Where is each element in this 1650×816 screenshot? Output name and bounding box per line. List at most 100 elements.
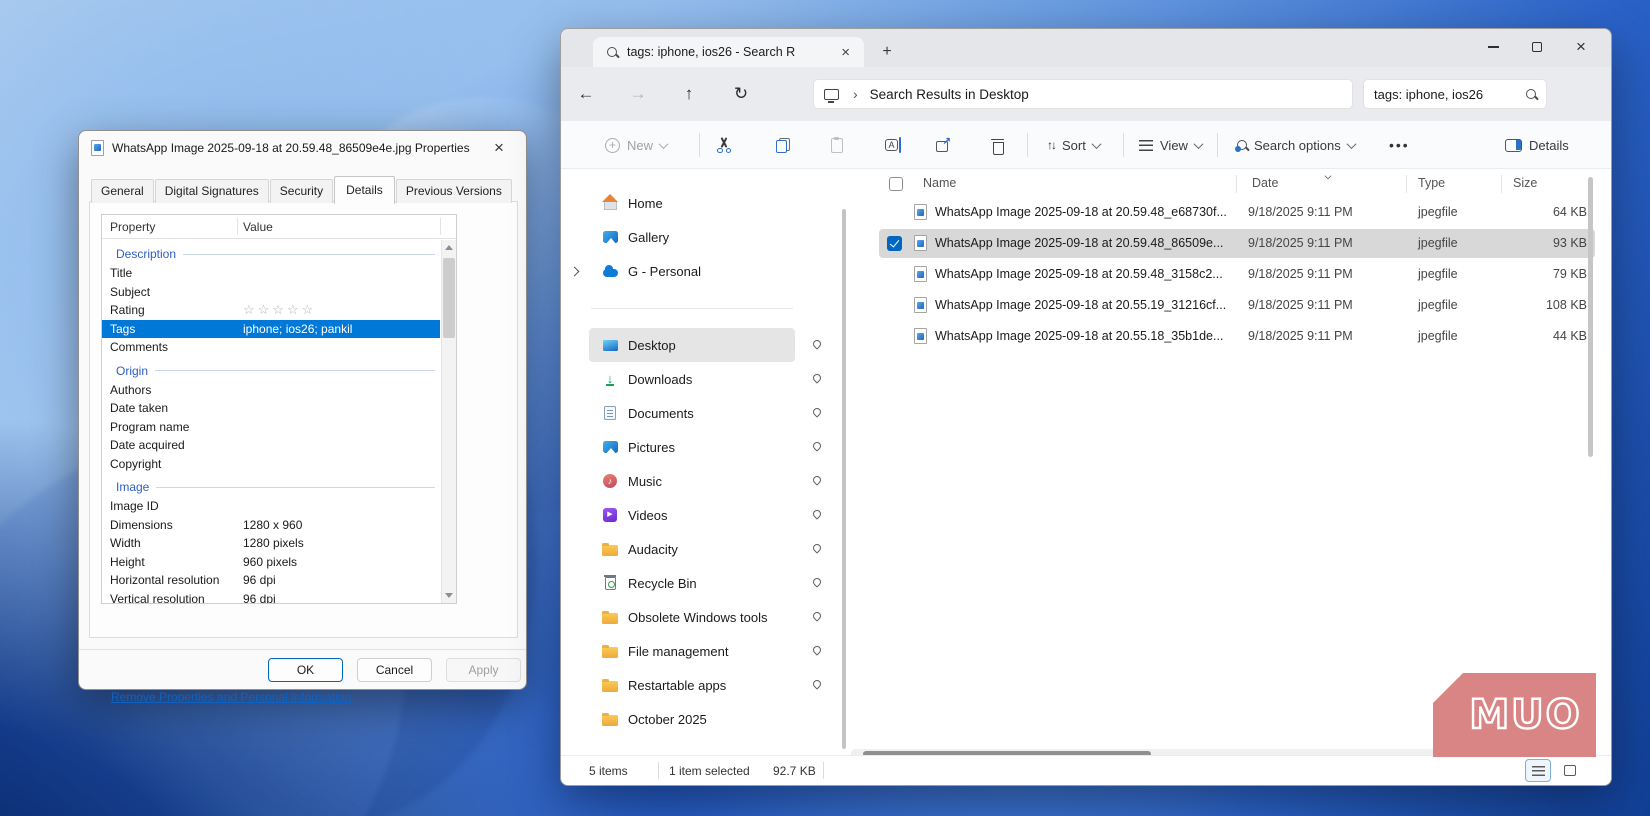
rating-stars[interactable]: ☆☆☆☆☆ bbox=[237, 302, 316, 318]
column-header-size[interactable]: Size bbox=[1513, 176, 1537, 190]
up-button[interactable]: ↑ bbox=[675, 80, 703, 108]
column-property: Property bbox=[102, 220, 237, 234]
sidebar-item-videos[interactable]: ▶ Videos bbox=[589, 498, 795, 532]
property-row-rating[interactable]: Rating ☆☆☆☆☆ bbox=[102, 301, 440, 320]
new-button[interactable]: + New bbox=[605, 121, 667, 169]
sidebar-item-onedrive[interactable]: G - Personal bbox=[589, 254, 795, 288]
search-input[interactable] bbox=[1374, 80, 1516, 108]
thumbnail-view-toggle[interactable] bbox=[1557, 759, 1583, 782]
tab-previous-versions[interactable]: Previous Versions bbox=[396, 179, 512, 203]
tab-digital-signatures[interactable]: Digital Signatures bbox=[155, 179, 269, 203]
sidebar-item-downloads[interactable]: ↓ Downloads bbox=[589, 362, 795, 396]
property-row-date-acquired[interactable]: Date acquired bbox=[102, 436, 440, 455]
scroll-down-arrow-icon[interactable] bbox=[445, 593, 453, 598]
search-icon[interactable] bbox=[1526, 89, 1536, 99]
refresh-button[interactable]: ↻ bbox=[727, 80, 755, 108]
property-list-scrollbar[interactable] bbox=[441, 240, 456, 603]
more-options-button[interactable]: ••• bbox=[1389, 121, 1410, 169]
sidebar-scrollbar[interactable] bbox=[842, 209, 846, 749]
tab-general[interactable]: General bbox=[91, 179, 154, 203]
expand-chevron-icon[interactable] bbox=[570, 266, 580, 276]
property-row-height[interactable]: Height960 pixels bbox=[102, 553, 440, 572]
cancel-button[interactable]: Cancel bbox=[357, 658, 432, 682]
file-list-scrollbar[interactable] bbox=[1588, 177, 1593, 747]
property-row-subject[interactable]: Subject bbox=[102, 283, 440, 302]
property-list-header: Property Value bbox=[102, 215, 456, 239]
maximize-button[interactable] bbox=[1515, 29, 1559, 65]
property-row-comments[interactable]: Comments bbox=[102, 338, 440, 357]
details-pane-button[interactable]: Details bbox=[1505, 121, 1569, 169]
ok-button[interactable]: OK bbox=[268, 658, 343, 682]
column-header-type[interactable]: Type bbox=[1418, 176, 1445, 190]
sidebar-item-restartable-apps[interactable]: Restartable apps bbox=[589, 668, 795, 702]
copy-button[interactable] bbox=[776, 121, 790, 169]
property-row-image-id[interactable]: Image ID bbox=[102, 497, 440, 516]
property-row-width[interactable]: Width1280 pixels bbox=[102, 534, 440, 553]
sidebar-item-october-2025[interactable]: October 2025 bbox=[589, 702, 795, 736]
file-row[interactable]: WhatsApp Image 2025-09-18 at 20.59.48_31… bbox=[851, 259, 1597, 290]
scroll-up-arrow-icon[interactable] bbox=[445, 245, 453, 250]
tags-value[interactable]: iphone; ios26; pankil bbox=[237, 322, 352, 336]
tab-close-icon[interactable]: × bbox=[835, 44, 856, 61]
sidebar-item-recycle-bin[interactable]: Recycle Bin bbox=[589, 566, 795, 600]
property-row-copyright[interactable]: Copyright bbox=[102, 455, 440, 474]
group-image: Image bbox=[102, 477, 440, 497]
tab-details[interactable]: Details bbox=[334, 176, 395, 204]
file-row[interactable]: WhatsApp Image 2025-09-18 at 20.59.48_e6… bbox=[851, 197, 1597, 228]
sidebar-item-file-management[interactable]: File management bbox=[589, 634, 795, 668]
delete-button[interactable] bbox=[991, 121, 1004, 169]
property-row-tags[interactable]: Tagsiphone; ios26; pankil bbox=[102, 320, 440, 339]
apply-button[interactable]: Apply bbox=[446, 658, 521, 682]
property-row-dimensions[interactable]: Dimensions1280 x 960 bbox=[102, 516, 440, 535]
minimize-button[interactable] bbox=[1471, 29, 1515, 65]
sort-button[interactable]: ↑↓ Sort bbox=[1047, 121, 1100, 169]
sidebar-item-music[interactable]: ♪ Music bbox=[589, 464, 795, 498]
scrollbar-thumb[interactable] bbox=[1588, 177, 1593, 457]
file-row[interactable]: WhatsApp Image 2025-09-18 at 20.55.18_35… bbox=[851, 321, 1597, 352]
tab-security[interactable]: Security bbox=[270, 179, 333, 203]
view-button[interactable]: View bbox=[1139, 121, 1202, 169]
property-row-date-taken[interactable]: Date taken bbox=[102, 399, 440, 418]
checked-checkbox[interactable] bbox=[887, 236, 902, 251]
remove-properties-link[interactable]: Remove Properties and Personal Informati… bbox=[111, 690, 351, 704]
close-icon[interactable]: × bbox=[484, 138, 514, 158]
address-bar[interactable]: › Search Results in Desktop bbox=[813, 79, 1353, 109]
property-row-program-name[interactable]: Program name bbox=[102, 418, 440, 437]
column-header-date[interactable]: Date bbox=[1252, 176, 1278, 190]
forward-button[interactable]: → bbox=[624, 80, 652, 108]
sidebar-item-documents[interactable]: Documents bbox=[589, 396, 795, 430]
file-row-selected[interactable]: WhatsApp Image 2025-09-18 at 20.59.48_86… bbox=[851, 228, 1597, 259]
file-row[interactable]: WhatsApp Image 2025-09-18 at 20.55.19_31… bbox=[851, 290, 1597, 321]
paste-button[interactable] bbox=[831, 121, 843, 169]
new-tab-button[interactable]: + bbox=[875, 41, 899, 65]
breadcrumb[interactable]: Search Results in Desktop bbox=[870, 87, 1029, 102]
toolbar-divider bbox=[699, 133, 700, 157]
sidebar-item-home[interactable]: Home bbox=[589, 186, 795, 220]
search-options-button[interactable]: Search options bbox=[1237, 121, 1355, 169]
close-window-button[interactable]: × bbox=[1559, 29, 1603, 65]
property-row-horizontal-resolution[interactable]: Horizontal resolution96 dpi bbox=[102, 571, 440, 590]
property-row-title[interactable]: Title bbox=[102, 264, 440, 283]
column-header-name[interactable]: Name bbox=[923, 176, 956, 190]
rename-button[interactable]: A bbox=[885, 121, 901, 169]
navigation-pane: Home Gallery G - Personal Desktop ↓ Down… bbox=[589, 186, 795, 736]
sidebar-item-pictures[interactable]: Pictures bbox=[589, 430, 795, 464]
selection-size: 92.7 KB bbox=[773, 764, 816, 778]
gallery-icon bbox=[603, 231, 618, 243]
property-row-vertical-resolution[interactable]: Vertical resolution96 dpi bbox=[102, 590, 440, 605]
sidebar-item-audacity[interactable]: Audacity bbox=[589, 532, 795, 566]
explorer-tab[interactable]: tags: iphone, ios26 - Search R × bbox=[593, 37, 864, 67]
property-row-authors[interactable]: Authors bbox=[102, 381, 440, 400]
sidebar-item-gallery[interactable]: Gallery bbox=[589, 220, 795, 254]
back-button[interactable]: ← bbox=[572, 80, 600, 108]
jpeg-file-icon bbox=[914, 235, 927, 251]
list-view-toggle[interactable] bbox=[1525, 759, 1551, 782]
sidebar-item-desktop[interactable]: Desktop bbox=[589, 328, 795, 362]
cut-button[interactable] bbox=[716, 121, 732, 169]
select-all-checkbox[interactable] bbox=[889, 177, 903, 191]
sidebar-item-obsolete-windows-tools[interactable]: Obsolete Windows tools bbox=[589, 600, 795, 634]
tab-title: tags: iphone, ios26 - Search R bbox=[627, 45, 835, 59]
share-button[interactable]: ↗ bbox=[936, 121, 951, 169]
scrollbar-thumb[interactable] bbox=[443, 258, 455, 338]
thumbnail-view-icon bbox=[1564, 765, 1576, 776]
